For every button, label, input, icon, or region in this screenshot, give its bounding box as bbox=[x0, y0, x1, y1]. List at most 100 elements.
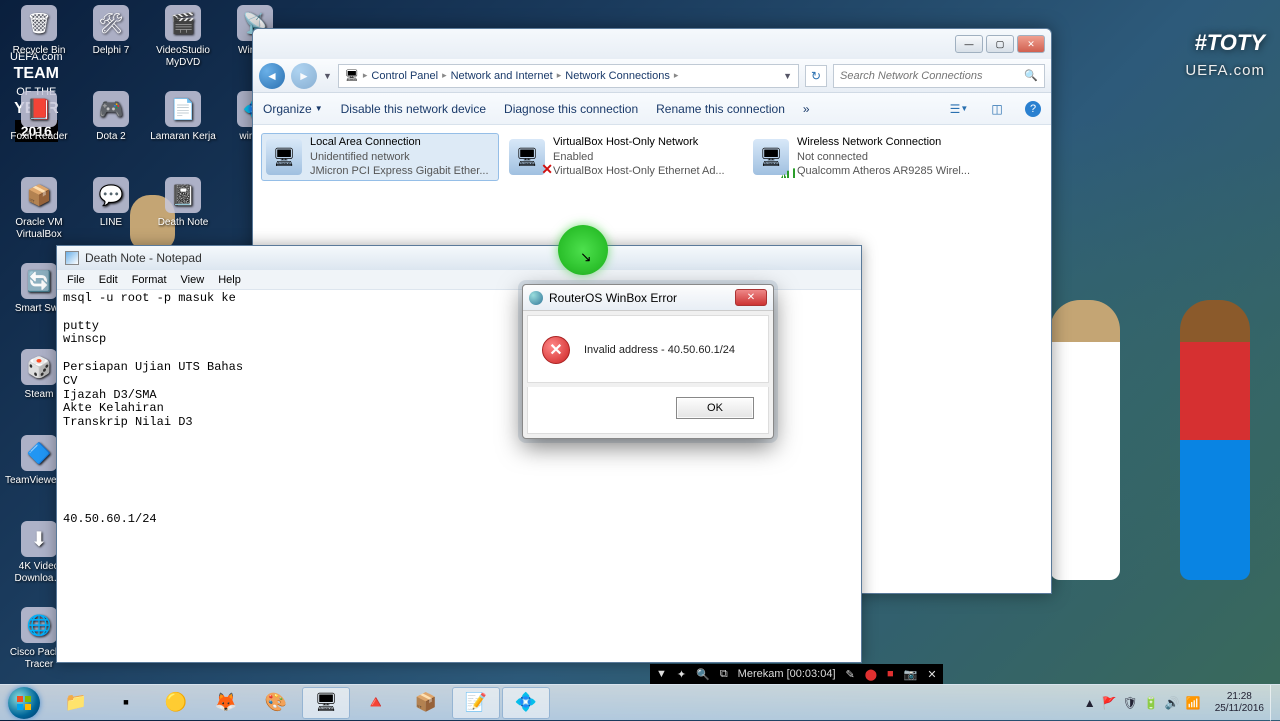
taskbar-firefox[interactable]: 🦊 bbox=[202, 687, 250, 719]
breadcrumb-item-0[interactable]: Control Panel bbox=[371, 70, 438, 82]
icon-label: Oracle VM VirtualBox bbox=[5, 217, 73, 240]
close-button[interactable]: ✕ bbox=[1017, 35, 1045, 53]
tray-icon-1[interactable]: 🚩 bbox=[1102, 696, 1117, 710]
connection-item-0[interactable]: 🖥Local Area ConnectionUnidentified netwo… bbox=[261, 133, 499, 181]
rec-zoom-icon[interactable]: 🔍 bbox=[696, 668, 710, 681]
rec-window-icon[interactable]: ⧉ bbox=[720, 668, 728, 681]
taskbar-explorer[interactable]: 📁 bbox=[52, 687, 100, 719]
error-dialog[interactable]: RouterOS WinBox Error ✕ ✕ Invalid addres… bbox=[522, 284, 774, 439]
explorer-toolbar: Organize ▼ Disable this network device D… bbox=[253, 93, 1051, 125]
search-input[interactable] bbox=[840, 70, 1024, 82]
taskbar-winbox[interactable]: 💠 bbox=[502, 687, 550, 719]
explorer-navbar: ◄ ► ▼ 🖥 ▸ Control Panel ▸ Network and In… bbox=[253, 59, 1051, 93]
explorer-titlebar[interactable]: — ▢ ✕ bbox=[253, 29, 1051, 59]
app-icon: 🌐 bbox=[21, 607, 57, 643]
taskbar[interactable]: 📁▪🟡🦊🎨🖥🔺📦📝💠 ▲ 🚩 🛡 🔋 🔊 📶 21:28 25/11/2016 bbox=[0, 684, 1280, 720]
connection-item-1[interactable]: 🖥✕VirtualBox Host-Only NetworkEnabledVir… bbox=[505, 133, 743, 181]
rec-settings-icon[interactable]: ✦ bbox=[677, 668, 686, 681]
tray-icon-5[interactable]: 📶 bbox=[1186, 696, 1201, 710]
breadcrumb[interactable]: 🖥 ▸ Control Panel ▸ Network and Internet… bbox=[338, 64, 799, 88]
system-tray[interactable]: ▲ 🚩 🛡 🔋 🔊 📶 21:28 25/11/2016 bbox=[1084, 691, 1270, 715]
breadcrumb-item-1[interactable]: Network and Internet bbox=[451, 70, 553, 82]
refresh-button[interactable]: ↻ bbox=[805, 65, 827, 87]
desktop-icon-death-note[interactable]: 📓Death Note bbox=[149, 177, 217, 247]
nav-dropdown-icon[interactable]: ▼ bbox=[323, 71, 332, 81]
taskbar-paint[interactable]: 🎨 bbox=[252, 687, 300, 719]
rec-record-icon[interactable]: ⬤ bbox=[865, 668, 877, 681]
view-options-icon[interactable]: ☰ ▼ bbox=[949, 99, 969, 119]
tray-icon-2[interactable]: 🛡 bbox=[1123, 696, 1138, 710]
notepad-title-text: Death Note - Notepad bbox=[85, 251, 202, 265]
error-close-button[interactable]: ✕ bbox=[735, 289, 767, 306]
desktop-icon-dota-2[interactable]: 🎮Dota 2 bbox=[77, 91, 145, 161]
taskbar-vlc[interactable]: 🔺 bbox=[352, 687, 400, 719]
app-icon: 🔷 bbox=[21, 435, 57, 471]
wallpaper-players bbox=[1050, 180, 1250, 580]
menu-edit[interactable]: Edit bbox=[93, 272, 124, 288]
minimize-button[interactable]: — bbox=[955, 35, 983, 53]
taskbar-virtualbox[interactable]: 📦 bbox=[402, 687, 450, 719]
rec-close-icon[interactable]: ✕ bbox=[927, 668, 936, 681]
rec-menu-icon[interactable]: ▼ bbox=[656, 668, 667, 680]
desktop-icon-line[interactable]: 💬LINE bbox=[77, 177, 145, 247]
toolbar-disable[interactable]: Disable this network device bbox=[341, 102, 486, 116]
app-icon: 🔄 bbox=[21, 263, 57, 299]
icon-label: Dota 2 bbox=[77, 131, 145, 143]
desktop-icon-delphi-7[interactable]: 🛠Delphi 7 bbox=[77, 5, 145, 75]
breadcrumb-root-icon[interactable]: 🖥 bbox=[345, 69, 359, 82]
icon-label: LINE bbox=[77, 217, 145, 229]
menu-format[interactable]: Format bbox=[126, 272, 173, 288]
app-icon: 🗑 bbox=[21, 5, 57, 41]
toolbar-diagnose[interactable]: Diagnose this connection bbox=[504, 102, 638, 116]
menu-help[interactable]: Help bbox=[212, 272, 247, 288]
desktop-icon-foxit-reader[interactable]: 📕Foxit Reader bbox=[5, 91, 73, 161]
tray-icon-0[interactable]: ▲ bbox=[1084, 696, 1096, 710]
taskbar-chrome[interactable]: 🟡 bbox=[152, 687, 200, 719]
maximize-button[interactable]: ▢ bbox=[986, 35, 1014, 53]
start-button[interactable] bbox=[0, 685, 48, 721]
icon-label: Delphi 7 bbox=[77, 45, 145, 57]
toolbar-more[interactable]: » bbox=[803, 102, 810, 116]
desktop-icon-lamaran-kerja[interactable]: 📄Lamaran Kerja bbox=[149, 91, 217, 161]
rec-draw-icon[interactable]: ✎ bbox=[846, 668, 855, 681]
desktop-icon-videostudio-mydvd[interactable]: 🎬VideoStudio MyDVD bbox=[149, 5, 217, 75]
desktop-icon-recycle-bin[interactable]: 🗑Recycle Bin bbox=[5, 5, 73, 75]
help-icon[interactable]: ? bbox=[1025, 101, 1041, 117]
notepad-titlebar[interactable]: Death Note - Notepad bbox=[57, 246, 861, 270]
taskbar-clock[interactable]: 21:28 25/11/2016 bbox=[1215, 691, 1264, 715]
search-icon[interactable]: 🔍 bbox=[1024, 69, 1038, 82]
show-desktop-button[interactable] bbox=[1270, 685, 1280, 721]
rec-stop-icon[interactable]: ■ bbox=[887, 668, 894, 680]
menu-file[interactable]: File bbox=[61, 272, 91, 288]
connection-device: JMicron PCI Express Gigabit Ether... bbox=[310, 164, 494, 179]
breadcrumb-dropdown-icon[interactable]: ▼ bbox=[783, 71, 792, 81]
wallpaper-hashtag: #TOTY bbox=[1194, 30, 1265, 56]
menu-view[interactable]: View bbox=[175, 272, 211, 288]
connection-name: Local Area Connection bbox=[310, 135, 494, 150]
app-icon: 🎬 bbox=[165, 5, 201, 41]
icon-label: Foxit Reader bbox=[5, 131, 73, 143]
icon-label: Lamaran Kerja bbox=[149, 131, 217, 143]
toolbar-rename[interactable]: Rename this connection bbox=[656, 102, 785, 116]
taskbar-cmd[interactable]: ▪ bbox=[102, 687, 150, 719]
notepad-icon bbox=[65, 251, 79, 265]
recording-toolbar[interactable]: ▼ ✦ 🔍 ⧉ Merekam [00:03:04] ✎ ⬤ ■ 📷 ✕ bbox=[650, 664, 943, 684]
app-icon: 🎲 bbox=[21, 349, 57, 385]
connection-name: Wireless Network Connection bbox=[797, 135, 983, 150]
nav-forward-button[interactable]: ► bbox=[291, 63, 317, 89]
connection-item-2[interactable]: 🖥Wireless Network ConnectionNot connecte… bbox=[749, 133, 987, 181]
preview-pane-icon[interactable]: ◫ bbox=[987, 99, 1007, 119]
taskbar-control-panel[interactable]: 🖥 bbox=[302, 687, 350, 719]
desktop-icon-oracle-vm-virtualbox[interactable]: 📦Oracle VM VirtualBox bbox=[5, 177, 73, 247]
nav-back-button[interactable]: ◄ bbox=[259, 63, 285, 89]
breadcrumb-item-2[interactable]: Network Connections bbox=[565, 70, 670, 82]
toolbar-organize[interactable]: Organize ▼ bbox=[263, 102, 323, 116]
error-titlebar[interactable]: RouterOS WinBox Error ✕ bbox=[523, 285, 773, 311]
search-box[interactable]: 🔍 bbox=[833, 64, 1045, 88]
tray-icon-3[interactable]: 🔋 bbox=[1144, 696, 1159, 710]
error-ok-button[interactable]: OK bbox=[676, 397, 754, 419]
tray-icon-4[interactable]: 🔊 bbox=[1165, 696, 1180, 710]
error-title-text: RouterOS WinBox Error bbox=[549, 291, 677, 305]
taskbar-notepad[interactable]: 📝 bbox=[452, 687, 500, 719]
rec-camera-icon[interactable]: 📷 bbox=[904, 668, 918, 681]
